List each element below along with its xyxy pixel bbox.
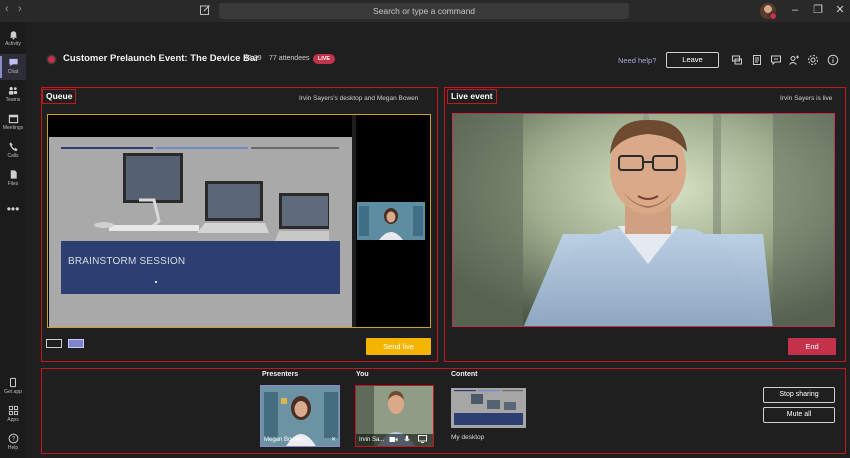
slide-cursor [155, 281, 157, 283]
rail-label: Meetings [2, 125, 24, 131]
rail-item-files[interactable]: Files [0, 166, 26, 192]
rail-label: Apps [7, 417, 19, 423]
queue-preview[interactable]: BRAINSTORM SESSION [47, 114, 431, 328]
rail-item-help[interactable]: ? Help [0, 430, 26, 456]
svg-text:?: ? [11, 437, 15, 443]
irvin-live-video [453, 114, 834, 326]
queue-subtitle: Irvin Sayers's desktop and Megan Bowen [299, 95, 419, 102]
apps-icon [8, 405, 18, 416]
chat-icon [8, 58, 18, 67]
layout-side-by-side-toggle[interactable] [68, 339, 84, 348]
rail-label: Activity [5, 41, 21, 47]
stop-sharing-button[interactable]: Stop sharing [763, 387, 835, 403]
slide-title-box: BRAINSTORM SESSION [61, 241, 340, 294]
live-event-label: Live event [447, 89, 497, 104]
meeting-header: Customer Prelaunch Event: The Device Bar… [26, 22, 850, 84]
you-header: You [356, 371, 369, 378]
rail-item-calls[interactable]: Calls [0, 138, 26, 164]
you-tile[interactable]: Irvin Sa... [355, 385, 434, 447]
slide-progress-bar [156, 147, 248, 149]
presenter-tile[interactable]: Megan Bowen ✕ [260, 385, 340, 447]
compose-icon[interactable] [199, 4, 211, 16]
app-rail: Activity Chat Teams Meetings Calls Files… [0, 22, 26, 458]
participants-bar [41, 368, 846, 454]
notes-icon[interactable] [751, 54, 763, 66]
settings-icon[interactable] [807, 54, 819, 66]
rail-label: Help [7, 445, 19, 451]
rail-item-meetings[interactable]: Meetings [0, 110, 26, 136]
need-help-link[interactable]: Need help? [618, 56, 656, 65]
bell-icon [9, 31, 17, 40]
teams-icon [8, 87, 18, 95]
megan-thumbnail-video [357, 202, 425, 240]
send-live-button[interactable]: Send live [366, 338, 431, 355]
more-icon: ••• [6, 202, 20, 216]
restore-icon[interactable]: ❐ [811, 2, 825, 18]
elapsed-time: 43:39 [244, 55, 262, 62]
devices-image [94, 153, 329, 241]
phone-icon [8, 142, 18, 152]
live-video [452, 113, 835, 327]
rail-label: Teams [5, 97, 21, 103]
rail-label: Chat [7, 69, 19, 75]
share-screen-icon[interactable] [418, 435, 427, 443]
queue-label: Queue [42, 89, 77, 104]
rail-item-chat[interactable]: Chat [0, 54, 26, 80]
recording-icon [48, 56, 55, 63]
search-input[interactable]: Search or type a command [219, 3, 629, 19]
presenter-name: Megan Bowen [264, 437, 303, 443]
rail-item-more[interactable]: ••• [0, 200, 26, 226]
device-icon [10, 377, 16, 388]
file-icon [10, 170, 17, 179]
rail-item-apps[interactable]: Apps [0, 402, 26, 428]
meeting-title: Customer Prelaunch Event: The Device Bar [63, 53, 259, 64]
mic-icon[interactable] [404, 435, 410, 443]
close-icon[interactable]: ✕ [833, 2, 847, 18]
chevron-left-icon[interactable]: ‹ [5, 3, 9, 15]
slide-progress-bar [61, 147, 153, 149]
leave-button[interactable]: Leave [666, 52, 719, 68]
content-name: My desktop [451, 434, 485, 441]
chat-bubble-icon[interactable] [731, 54, 743, 66]
calendar-icon [8, 114, 18, 124]
user-avatar[interactable] [760, 3, 777, 20]
preview-divider [352, 115, 356, 327]
live-event-subtitle: Irvin Sayers is live [780, 95, 833, 102]
rail-item-activity[interactable]: Activity [0, 26, 26, 52]
rail-label: Get app [4, 389, 22, 395]
chevron-right-icon[interactable]: › [18, 3, 22, 15]
help-icon: ? [8, 433, 18, 444]
rail-label: Files [7, 181, 19, 187]
slide-progress-bar [251, 147, 339, 149]
attendee-count: 77 attendees [269, 55, 310, 62]
minimize-icon[interactable]: – [788, 2, 802, 18]
shared-slide: BRAINSTORM SESSION [49, 137, 352, 327]
layout-single-toggle[interactable] [46, 339, 62, 348]
live-badge: LIVE [313, 54, 335, 64]
content-tile[interactable] [451, 388, 526, 428]
content-header: Content [451, 371, 478, 378]
rail-item-get-app[interactable]: Get app [0, 374, 26, 400]
end-button[interactable]: End [788, 338, 836, 355]
add-people-icon[interactable] [788, 54, 800, 66]
presenters-header: Presenters [262, 371, 299, 378]
teams-live-event-window: ‹ › Search or type a command – ❐ ✕ Activ… [0, 0, 850, 458]
desktop-thumbnail [451, 388, 526, 428]
camera-icon[interactable] [389, 436, 398, 443]
info-icon[interactable] [827, 54, 839, 66]
mute-all-button[interactable]: Mute all [763, 407, 835, 423]
rail-item-teams[interactable]: Teams [0, 82, 26, 108]
rail-label: Calls [7, 153, 19, 159]
qa-icon[interactable] [770, 54, 782, 66]
you-name: Irvin Sa... [359, 437, 385, 443]
mic-off-icon[interactable]: ✕ [331, 436, 336, 443]
title-bar: ‹ › Search or type a command – ❐ ✕ [0, 0, 850, 22]
slide-title: BRAINSTORM SESSION [68, 256, 186, 267]
